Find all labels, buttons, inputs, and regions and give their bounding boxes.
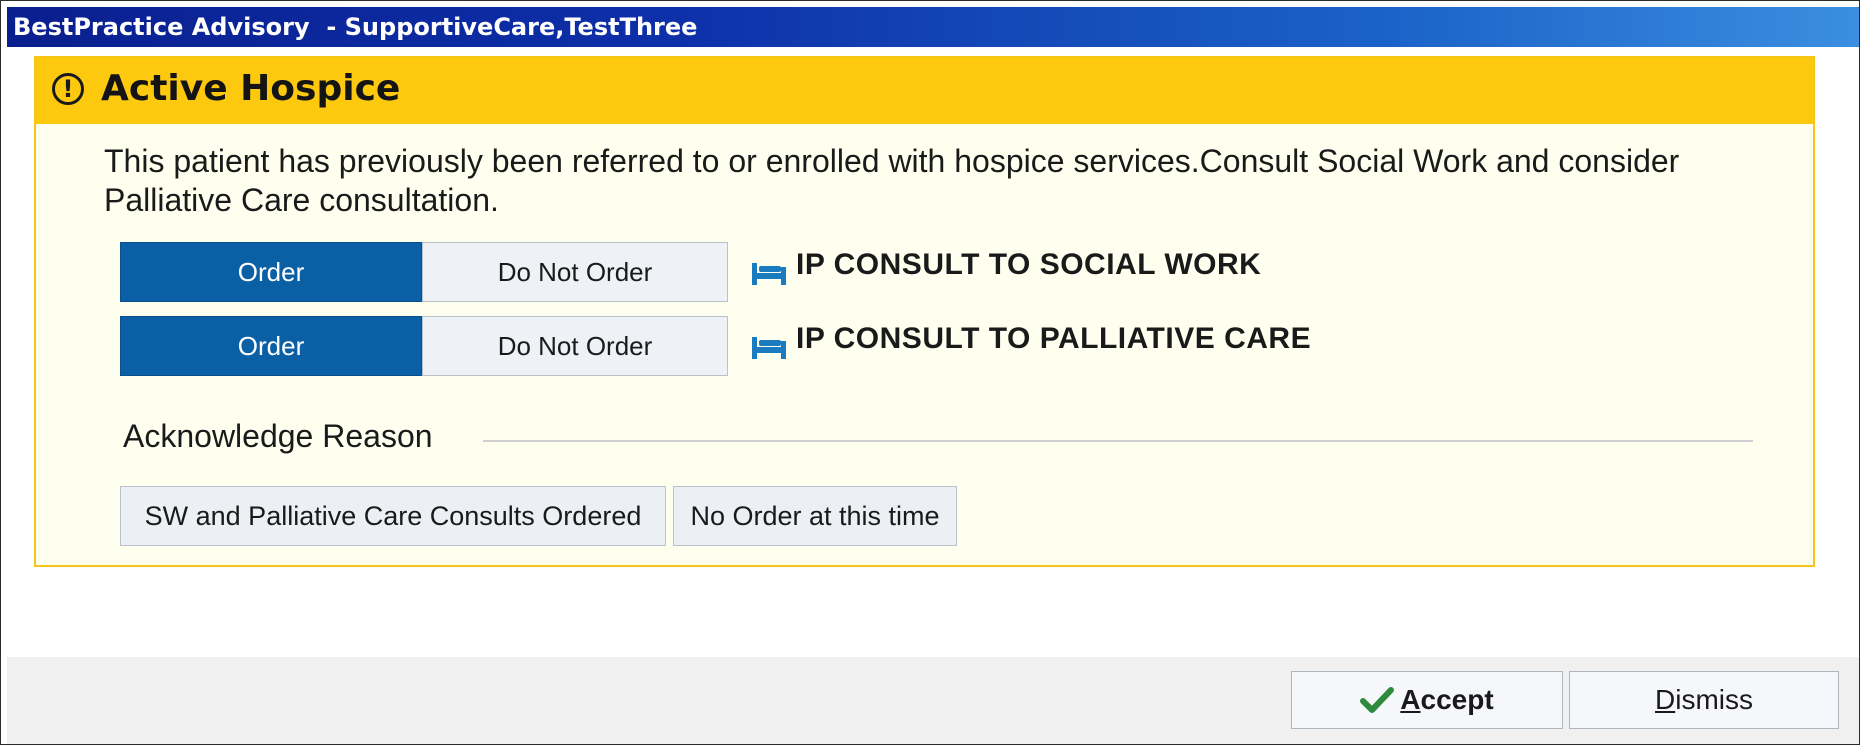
do-not-order-button[interactable]: Do Not Order xyxy=(422,242,728,302)
advisory-message: This patient has previously been referre… xyxy=(104,143,1680,218)
acknowledge-reason-label: Acknowledge Reason xyxy=(123,418,433,454)
accept-button[interactable]: Accept xyxy=(1291,671,1563,729)
advisory-header: ! Active Hospice xyxy=(36,58,1813,124)
window-title: BestPractice Advisory - SupportiveCare,T… xyxy=(13,13,698,41)
accept-mnemonic: A xyxy=(1400,684,1421,715)
ack-option-consults-ordered[interactable]: SW and Palliative Care Consults Ordered xyxy=(120,486,666,546)
order-button[interactable]: Order xyxy=(120,242,422,302)
advisory-title: Active Hospice xyxy=(101,68,401,109)
do-not-order-button[interactable]: Do Not Order xyxy=(422,316,728,376)
accept-label: ccept xyxy=(1420,684,1494,715)
order-button[interactable]: Order xyxy=(120,316,422,376)
hospital-bed-icon xyxy=(752,337,786,359)
dismiss-mnemonic: D xyxy=(1655,684,1676,715)
hospital-bed-icon xyxy=(752,263,786,285)
checkmark-icon xyxy=(1360,687,1395,713)
dismiss-label: ismiss xyxy=(1675,684,1753,715)
order-name: IP CONSULT TO SOCIAL WORK xyxy=(796,248,1262,281)
acknowledge-divider xyxy=(483,440,1753,442)
dismiss-button[interactable]: Dismiss xyxy=(1569,671,1839,729)
alert-exclamation-icon: ! xyxy=(52,73,84,105)
advisory-panel: ! Active Hospice This patient has previo… xyxy=(34,56,1815,567)
ack-option-no-order[interactable]: No Order at this time xyxy=(673,486,957,546)
advisory-window: BestPractice Advisory - SupportiveCare,T… xyxy=(0,0,1860,745)
window-title-bar: BestPractice Advisory - SupportiveCare,T… xyxy=(7,7,1859,47)
order-name: IP CONSULT TO PALLIATIVE CARE xyxy=(796,322,1312,355)
